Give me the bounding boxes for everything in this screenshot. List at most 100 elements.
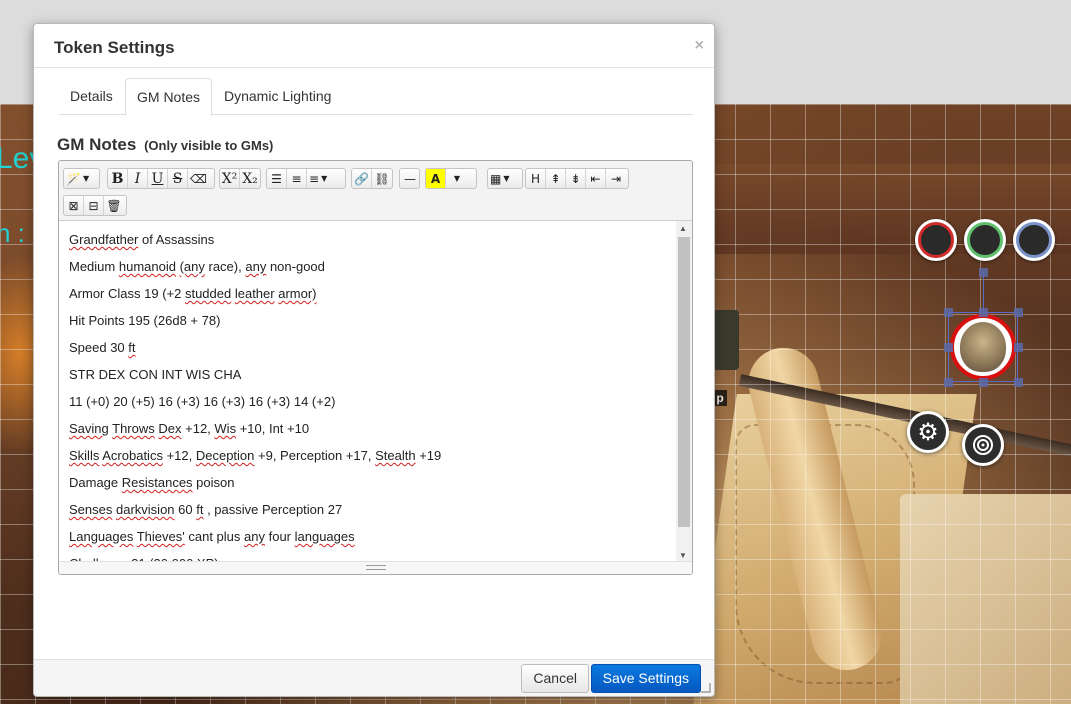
list-group: ☰ ≡ ≡ ▼ (266, 168, 346, 189)
misspelled-word: ft (128, 340, 136, 355)
bar3-circle[interactable] (1013, 219, 1055, 261)
misspelled-word: Wis (214, 421, 237, 436)
insert-row-below-icon[interactable]: ⇟ (566, 169, 586, 188)
misspelled-word: Languages (69, 529, 134, 544)
note-text: poison (192, 475, 235, 490)
misspelled-word: humanoid (118, 259, 176, 274)
delete-column-icon[interactable]: ⊟ (84, 196, 104, 215)
note-text: race), (204, 259, 246, 274)
save-settings-button[interactable]: Save Settings (590, 664, 701, 693)
gear-icon: ⚙ (917, 418, 939, 446)
editor-resize-bar[interactable] (59, 561, 692, 574)
color-dropdown[interactable]: ▼ (446, 169, 466, 188)
table-icon: ▦ ▼ (490, 171, 510, 186)
note-text: 11 (+0) 20 (+5) 16 (+3) 16 (+3) 16 (+3) … (69, 394, 336, 409)
resize-handle[interactable] (1014, 343, 1023, 352)
notes-text-area[interactable]: Grandfather of Assassins Medium humanoid … (59, 221, 677, 563)
note-text: non-good (266, 259, 325, 274)
unlink-icon[interactable]: ⛓ (372, 169, 392, 188)
ordered-list-icon[interactable]: ☰ (267, 169, 287, 188)
token-target-button[interactable] (962, 424, 1004, 466)
gm-notes-visibility-note: (Only visible to GMs) (144, 138, 274, 153)
bold-button[interactable]: B (108, 169, 128, 188)
misspelled-word: Thieves' (136, 529, 185, 544)
note-text: Medium (69, 259, 119, 274)
link-group: 🔗 ⛓ (351, 168, 393, 189)
table-dropdown[interactable]: ▦ ▼ (487, 168, 523, 189)
note-text: Armor Class 19 (+2 (69, 286, 185, 301)
script-group: X² X₂ (219, 168, 261, 189)
tab-dynamic-lighting[interactable]: Dynamic Lighting (213, 78, 342, 115)
misspelled-word: Senses (69, 502, 113, 517)
misspelled-word: (any (179, 259, 205, 274)
rotation-line (983, 272, 984, 312)
note-text: +9, Perception +17, (254, 448, 376, 463)
unordered-list-icon[interactable]: ≡ (287, 169, 307, 188)
bar1-circle[interactable] (915, 219, 957, 261)
table-delete-group: ⊠ ⊟ 🗑 (63, 195, 127, 216)
misspelled-word: darkvision (116, 502, 175, 517)
resize-handle[interactable] (944, 308, 953, 317)
insert-column-right-icon[interactable]: ⇥ (606, 169, 626, 188)
misspelled-word: Deception (195, 448, 255, 463)
misspelled-word: Acrobatics (102, 448, 163, 463)
target-icon (973, 435, 993, 455)
align-dropdown[interactable]: ≡ ▼ (307, 169, 329, 188)
resize-handle[interactable] (979, 378, 988, 387)
resize-handle[interactable] (979, 308, 988, 317)
dialog-resize-icon[interactable] (701, 683, 711, 693)
delete-row-icon[interactable]: ⊠ (64, 196, 84, 215)
dialog-header: Token Settings × (34, 24, 714, 68)
note-line: STR DEX CON INT WIS CHA (69, 360, 667, 387)
canvas-text-fragment: n : (0, 218, 25, 248)
close-icon[interactable]: × (695, 37, 704, 55)
superscript-button[interactable]: X² (220, 169, 240, 188)
token-portrait (960, 322, 1006, 372)
link-icon[interactable]: 🔗 (352, 169, 372, 188)
scroll-up-icon[interactable]: ▲ (679, 224, 687, 233)
resize-handle[interactable] (1014, 308, 1023, 317)
note-line: Grandfather of Assassins (69, 225, 667, 252)
insert-column-left-icon[interactable]: ⇤ (586, 169, 606, 188)
hr-group: — (399, 168, 420, 189)
highlight-button[interactable]: A (426, 169, 446, 188)
horizontal-rule-icon[interactable]: — (400, 169, 420, 188)
resize-handle[interactable] (944, 378, 953, 387)
color-group: A ▼ (425, 168, 477, 189)
side-token-art[interactable] (713, 310, 739, 370)
eraser-icon[interactable]: ⌫ (188, 169, 209, 188)
note-line: Saving Throws Dex +12, Wis +10, Int +10 (69, 414, 667, 441)
style-dropdown[interactable]: 🪄 ▼ (63, 168, 100, 189)
editor-scrollbar[interactable]: ▲ ▼ (676, 221, 692, 563)
resize-handle[interactable] (944, 343, 953, 352)
note-text: Speed 30 (69, 340, 129, 355)
scroll-down-icon[interactable]: ▼ (679, 551, 687, 560)
scrollbar-thumb[interactable] (678, 237, 690, 527)
tab-details[interactable]: Details (59, 78, 124, 115)
rotation-handle[interactable] (979, 268, 988, 277)
italic-button[interactable]: I (128, 169, 148, 188)
subscript-button[interactable]: X₂ (240, 169, 260, 188)
note-text: , passive Perception 27 (203, 502, 343, 517)
strikethrough-button[interactable]: S (168, 169, 188, 188)
cancel-button[interactable]: Cancel (521, 664, 589, 693)
underline-button[interactable]: U (148, 169, 168, 188)
bar3-ring (1016, 222, 1052, 258)
misspelled-word: Saving (69, 421, 109, 436)
note-text: +12, (162, 448, 196, 463)
misspelled-word: armor) (278, 286, 317, 301)
table-header-button[interactable]: H (526, 169, 546, 188)
misspelled-word: Resistances (121, 475, 193, 490)
resize-handle[interactable] (1014, 378, 1023, 387)
tab-gm-notes[interactable]: GM Notes (125, 78, 213, 116)
gm-notes-editor: 🪄 ▼ B I U S ⌫ X² X₂ ☰ ≡ ≡ ▼ 🔗 ⛓ — A ▼ ▦ … (58, 160, 693, 575)
token-settings-button[interactable]: ⚙ (907, 411, 949, 453)
insert-row-above-icon[interactable]: ⇞ (546, 169, 566, 188)
side-token-letter: p (713, 390, 727, 406)
selected-token[interactable] (950, 314, 1016, 380)
trash-icon[interactable]: 🗑 (104, 196, 124, 215)
dialog-title: Token Settings (54, 38, 175, 57)
misspelled-word: Throws (112, 421, 155, 436)
resize-grip-icon (366, 565, 386, 570)
bar2-circle[interactable] (964, 219, 1006, 261)
